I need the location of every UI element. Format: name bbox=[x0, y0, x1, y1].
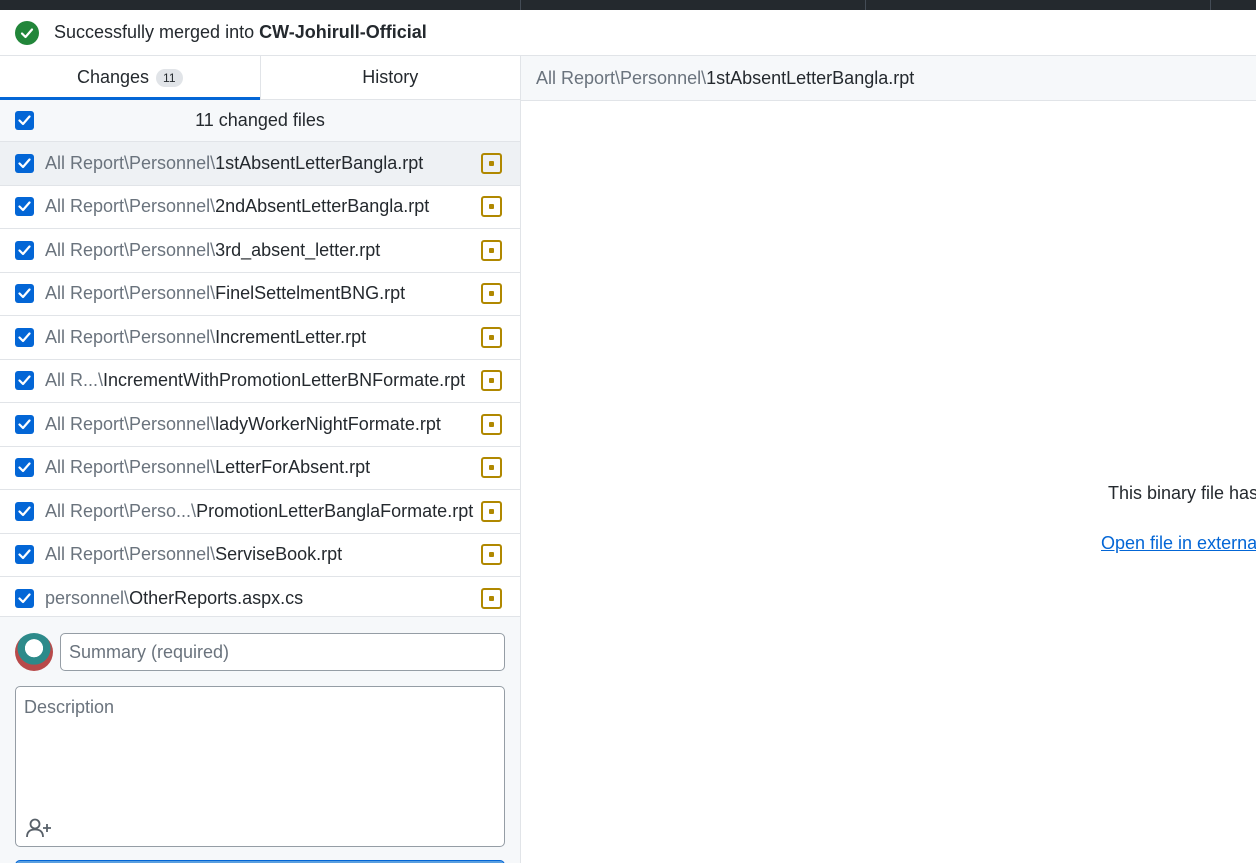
changes-sidebar: Changes 11 History 11 changed files All … bbox=[0, 56, 521, 863]
file-row[interactable]: All Report\Personnel\LetterForAbsent.rpt bbox=[0, 447, 520, 490]
file-modified-icon bbox=[481, 152, 502, 174]
select-all-checkbox[interactable] bbox=[15, 111, 34, 130]
file-dir: All Report\Personnel\ bbox=[45, 544, 216, 565]
file-dir: All Report\Perso...\ bbox=[45, 500, 197, 521]
file-dir: All Report\Personnel\ bbox=[45, 457, 216, 478]
file-name: PromotionLetterBanglaFormate.rpt bbox=[196, 500, 474, 521]
file-row[interactable]: All Report\Personnel\FinelSettelmentBNG.… bbox=[0, 273, 520, 316]
file-modified-icon bbox=[481, 370, 502, 392]
file-row[interactable]: All Report\Personnel\2ndAbsentLetterBang… bbox=[0, 186, 520, 229]
file-path: All Report\Personnel\1stAbsentLetterBang… bbox=[45, 153, 423, 174]
file-name: ladyWorkerNightFormate.rpt bbox=[215, 413, 441, 434]
file-row[interactable]: All Report\Personnel\1stAbsentLetterBang… bbox=[0, 142, 520, 186]
open-external-link[interactable]: Open file in externa bbox=[1101, 533, 1256, 554]
file-checkbox[interactable] bbox=[15, 327, 34, 347]
description-input[interactable] bbox=[16, 687, 504, 807]
diff-file-path: All Report\Personnel\ 1stAbsentLetterBang… bbox=[521, 56, 1256, 101]
file-dir: All Report\Personnel\ bbox=[45, 326, 216, 347]
title-bar-divider bbox=[520, 0, 521, 10]
file-name: IncrementWithPromotionLetterBNFormate.rp… bbox=[103, 370, 466, 391]
file-modified-icon bbox=[481, 500, 502, 522]
file-dir: All Report\Personnel\ bbox=[45, 413, 216, 434]
file-name: IncrementLetter.rpt bbox=[215, 326, 367, 347]
file-path: All Report\Perso...\PromotionLetterBangl… bbox=[45, 501, 473, 522]
diff-file-dir: All Report\Personnel\ bbox=[536, 67, 707, 88]
changed-files-list: All Report\Personnel\1stAbsentLetterBang… bbox=[0, 142, 520, 621]
file-row[interactable]: All R...\IncrementWithPromotionLetterBNF… bbox=[0, 360, 520, 403]
file-modified-icon bbox=[481, 544, 502, 566]
file-dir: All Report\Personnel\ bbox=[45, 283, 216, 304]
tab-changes[interactable]: Changes 11 bbox=[0, 56, 260, 100]
file-checkbox[interactable] bbox=[15, 588, 34, 608]
file-dir: All Report\Personnel\ bbox=[45, 239, 216, 260]
file-name: 1stAbsentLetterBangla.rpt bbox=[215, 152, 424, 173]
tab-changes-label: Changes bbox=[76, 67, 150, 87]
file-name: 2ndAbsentLetterBangla.rpt bbox=[215, 196, 430, 217]
diff-file-name: 1stAbsentLetterBangla.rpt bbox=[706, 67, 915, 88]
file-path: All Report\Personnel\LetterForAbsent.rpt bbox=[45, 457, 370, 478]
file-name: 3rd_absent_letter.rpt bbox=[215, 239, 381, 260]
changed-files-header: 11 changed files bbox=[0, 100, 520, 142]
person-add-icon[interactable] bbox=[24, 816, 54, 840]
file-dir: All R...\ bbox=[45, 370, 104, 391]
file-name: FinelSettelmentBNG.rpt bbox=[215, 283, 406, 304]
file-row[interactable]: All Report\Personnel\IncrementLetter.rpt bbox=[0, 316, 520, 360]
file-checkbox[interactable] bbox=[15, 284, 34, 304]
avatar bbox=[15, 633, 53, 671]
check-circle-icon bbox=[15, 20, 39, 45]
file-checkbox[interactable] bbox=[15, 458, 34, 478]
file-checkbox[interactable] bbox=[15, 371, 34, 391]
changes-count-badge: 11 bbox=[156, 68, 183, 87]
file-dir: All Report\Personnel\ bbox=[45, 196, 216, 217]
file-path: All Report\Personnel\3rd_absent_letter.r… bbox=[45, 240, 380, 261]
file-name: OtherReports.aspx.cs bbox=[129, 587, 304, 608]
sidebar-tabs: Changes 11 History bbox=[0, 56, 520, 100]
banner-message: Successfully merged into bbox=[54, 22, 255, 42]
file-modified-icon bbox=[481, 326, 502, 348]
file-checkbox[interactable] bbox=[15, 414, 34, 434]
file-modified-icon bbox=[481, 196, 502, 218]
file-path: All R...\IncrementWithPromotionLetterBNF… bbox=[45, 370, 465, 391]
banner-branch-name: CW-Johirull-Official bbox=[259, 22, 427, 42]
file-row[interactable]: All Report\Personnel\3rd_absent_letter.r… bbox=[0, 229, 520, 273]
description-box bbox=[15, 686, 505, 847]
file-path: All Report\Personnel\2ndAbsentLetterBang… bbox=[45, 196, 429, 217]
file-row[interactable]: personnel\OtherReports.aspx.cs bbox=[0, 577, 520, 621]
changed-files-count: 11 changed files bbox=[195, 110, 325, 130]
file-row[interactable]: All Report\Personnel\ladyWorkerNightForm… bbox=[0, 403, 520, 447]
title-bar-divider bbox=[1210, 0, 1211, 10]
file-checkbox[interactable] bbox=[15, 240, 34, 260]
summary-input[interactable] bbox=[60, 633, 505, 671]
file-dir: personnel\ bbox=[45, 587, 130, 608]
file-checkbox[interactable] bbox=[15, 501, 34, 521]
file-modified-icon bbox=[481, 587, 502, 609]
tab-history[interactable]: History bbox=[259, 56, 521, 99]
diff-pane: All Report\Personnel\ 1stAbsentLetterBang… bbox=[521, 56, 1256, 863]
file-path: All Report\Personnel\ladyWorkerNightForm… bbox=[45, 414, 441, 435]
binary-file-message: This binary file has bbox=[1108, 483, 1256, 503]
file-modified-icon bbox=[481, 283, 502, 305]
file-path: All Report\Personnel\FinelSettelmentBNG.… bbox=[45, 283, 405, 304]
title-bar bbox=[0, 0, 1256, 10]
tab-history-label: History bbox=[362, 67, 419, 87]
file-dir: All Report\Personnel\ bbox=[45, 152, 216, 173]
file-row[interactable]: All Report\Personnel\ServiseBook.rpt bbox=[0, 534, 520, 577]
file-name: ServiseBook.rpt bbox=[215, 544, 343, 565]
commit-panel bbox=[0, 616, 520, 863]
file-row[interactable]: All Report\Perso...\PromotionLetterBangl… bbox=[0, 490, 520, 534]
file-modified-icon bbox=[481, 239, 502, 261]
file-path: All Report\Personnel\IncrementLetter.rpt bbox=[45, 327, 366, 348]
file-checkbox[interactable] bbox=[15, 197, 34, 217]
file-modified-icon bbox=[481, 457, 502, 479]
file-modified-icon bbox=[481, 413, 502, 435]
file-path: personnel\OtherReports.aspx.cs bbox=[45, 588, 303, 609]
file-checkbox[interactable] bbox=[15, 153, 34, 173]
file-name: LetterForAbsent.rpt bbox=[215, 457, 371, 478]
file-checkbox[interactable] bbox=[15, 545, 34, 565]
title-bar-divider bbox=[865, 0, 866, 10]
merge-success-banner: Successfully merged into CW-Johirull-Off… bbox=[0, 10, 1256, 56]
file-path: All Report\Personnel\ServiseBook.rpt bbox=[45, 544, 342, 565]
